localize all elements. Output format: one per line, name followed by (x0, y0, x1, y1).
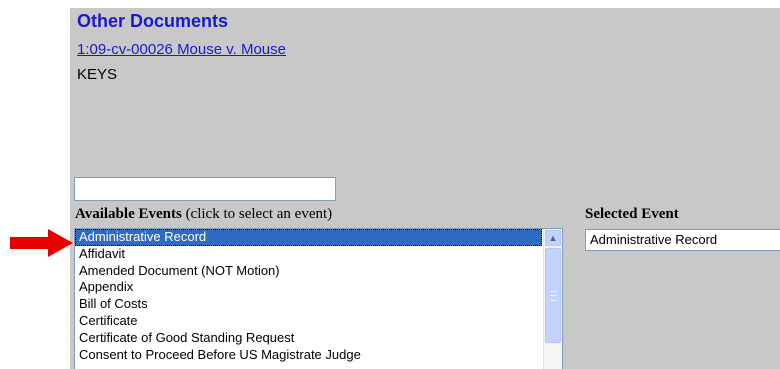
list-item[interactable]: Administrative Record (75, 229, 542, 246)
list-item[interactable]: Affidavit (75, 246, 542, 263)
list-item[interactable]: Appendix (75, 279, 542, 296)
list-item[interactable]: Consent to Proceed Before US Magistrate … (75, 347, 542, 364)
red-arrow-icon (10, 229, 73, 257)
list-item[interactable]: Certificate (75, 313, 542, 330)
case-link[interactable]: 1:09-cv-00026 Mouse v. Mouse (77, 41, 286, 58)
grip-icon (550, 291, 557, 301)
event-search-input[interactable] (74, 177, 336, 201)
keys-label: KEYS (77, 66, 118, 83)
available-events-listbox[interactable]: Administrative Record Affidavit Amended Do… (74, 228, 563, 369)
scrollbar-thumb[interactable] (545, 248, 561, 343)
list-item[interactable]: Certificate of Good Standing Request (75, 330, 542, 347)
listbox-scrollbar[interactable]: ▲ (543, 229, 562, 369)
list-item[interactable]: Amended Document (NOT Motion) (75, 263, 542, 280)
selected-event-field[interactable]: Administrative Record (585, 229, 780, 251)
list-item[interactable]: Bill of Costs (75, 296, 542, 313)
selected-event-label: Selected Event (585, 206, 679, 222)
available-events-hint: (click to select an event) (181, 206, 333, 222)
available-events-title: Available Events (75, 206, 182, 222)
page-title: Other Documents (77, 11, 229, 31)
available-events-label: Available Events (click to select an eve… (75, 206, 332, 223)
available-events-items: Administrative Record Affidavit Amended Do… (75, 229, 562, 363)
red-arrow-shape (10, 229, 73, 257)
chevron-up-icon[interactable]: ▲ (545, 230, 561, 246)
